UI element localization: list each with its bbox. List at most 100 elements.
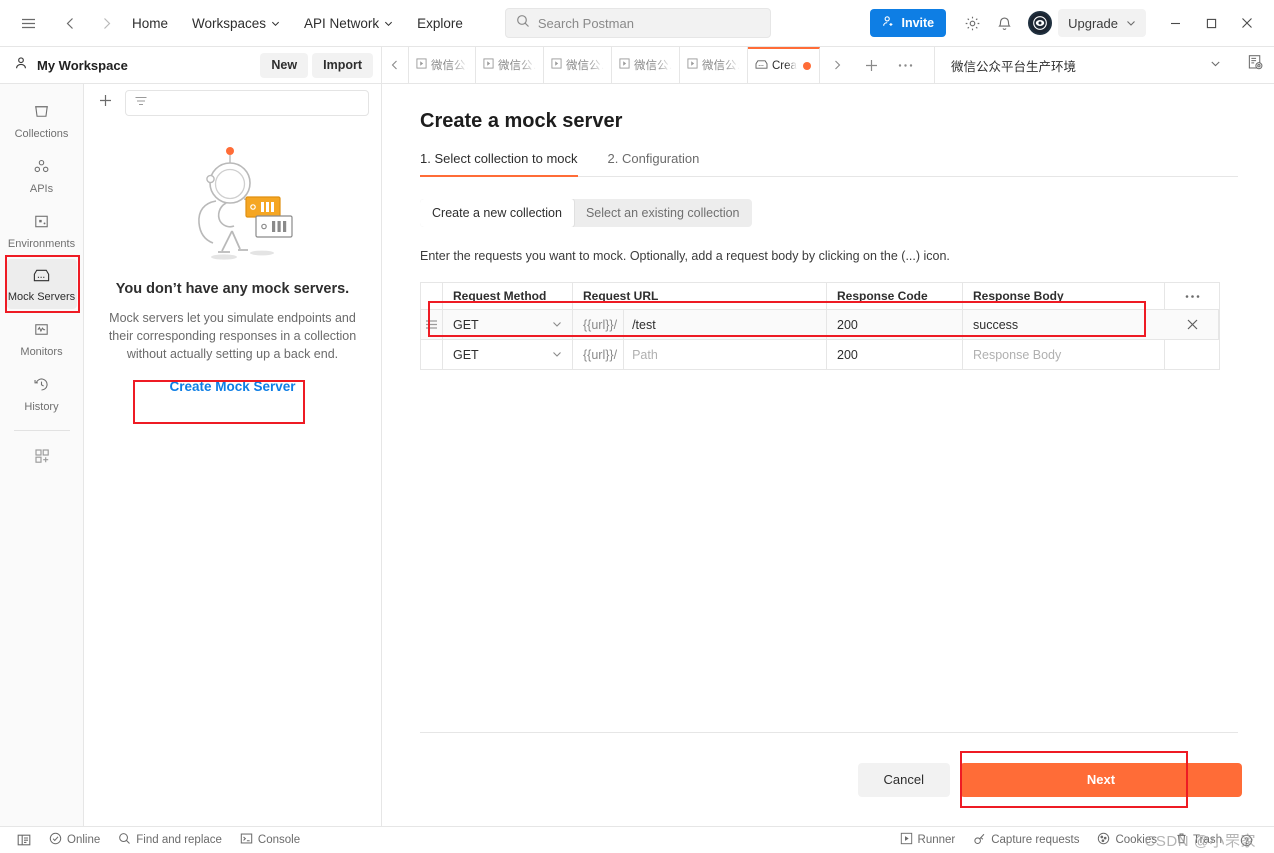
upgrade-label: Upgrade (1068, 15, 1118, 31)
cookies-icon (1097, 832, 1110, 848)
column-header-request-url: Request URL (573, 283, 827, 309)
new-button[interactable]: New (260, 52, 309, 78)
invite-button[interactable]: Invite (870, 9, 947, 37)
window-minimize-button[interactable] (1158, 8, 1192, 38)
apis-icon (32, 157, 51, 179)
tab-label: 微信公… (566, 60, 604, 72)
global-search[interactable] (504, 8, 771, 38)
sidebar-filter-input[interactable] (125, 89, 369, 116)
response-code-input[interactable]: 200 (827, 340, 963, 369)
wizard-footer: Cancel Next (382, 733, 1274, 826)
sidebar-item-mock-servers[interactable]: Mock Servers (6, 259, 77, 309)
upgrade-dropdown[interactable]: Upgrade (1058, 9, 1146, 37)
delete-row-button[interactable] (1165, 310, 1219, 339)
nav-link-home[interactable]: Home (120, 16, 180, 31)
response-body-value: success (973, 317, 1019, 332)
import-button[interactable]: Import (312, 52, 373, 78)
capture-requests-button[interactable]: Capture requests (964, 832, 1088, 848)
history-icon (32, 375, 51, 397)
tab-configuration[interactable]: 2. Configuration (608, 151, 700, 177)
table-row[interactable]: GET {{url}}/ /test 200 success (421, 310, 1219, 340)
status-online[interactable]: Online (40, 832, 109, 848)
unsaved-indicator-dot (802, 62, 811, 70)
environment-selector[interactable]: 微信公众平台生产环境 (934, 47, 1274, 83)
environment-name: 微信公众平台生产环境 (951, 59, 1077, 74)
ellipsis-icon[interactable] (1165, 283, 1219, 309)
drag-handle-placeholder (421, 340, 443, 369)
url-prefix-label: {{url}}/ (583, 340, 625, 369)
chevron-down-icon[interactable] (1210, 56, 1221, 74)
drag-handle-icon[interactable] (421, 310, 443, 339)
sidebar-item-environments-label: Environments (7, 238, 76, 250)
eye-preview-icon[interactable] (1247, 54, 1264, 76)
tab-scroll-left-button[interactable] (382, 47, 408, 83)
arrow-left-icon[interactable] (56, 9, 84, 37)
nav-link-api-network[interactable]: API Network (292, 16, 405, 31)
page-title: Create a mock server (420, 110, 623, 132)
cancel-button[interactable]: Cancel (857, 762, 950, 797)
nav-link-home-label: Home (132, 15, 169, 31)
plus-icon[interactable] (94, 91, 117, 115)
environments-icon (32, 212, 51, 234)
request-method-select[interactable]: GET (443, 310, 573, 339)
open-tabs: 微信公… 微信公… 微信公… (408, 47, 820, 83)
tab-scroll-right-button[interactable] (820, 47, 854, 83)
response-body-input[interactable]: Response Body (963, 340, 1165, 369)
gear-icon[interactable] (958, 9, 986, 37)
request-url-input[interactable]: {{url}}/ /test (573, 310, 827, 339)
request-url-value: /test (632, 317, 656, 332)
grid-plus-icon[interactable] (27, 441, 57, 476)
runner-button[interactable]: Runner (891, 832, 965, 848)
window-close-button[interactable] (1230, 8, 1264, 38)
next-button[interactable]: Next (960, 762, 1242, 797)
search-input[interactable] (537, 15, 760, 31)
top-navigation-bar: Home Workspaces API Network Explore Sear… (0, 0, 1274, 47)
bell-icon[interactable] (990, 9, 1018, 37)
find-and-replace-label: Find and replace (136, 834, 222, 846)
sidebar-item-collections[interactable]: Collections (7, 94, 77, 146)
tab-item[interactable]: 微信公… (680, 47, 748, 83)
trash-button[interactable]: Trash (1166, 832, 1231, 848)
help-icon[interactable] (1231, 834, 1262, 847)
console-icon (240, 832, 253, 848)
cookies-button[interactable]: Cookies (1088, 832, 1166, 848)
segment-select-existing-collection[interactable]: Select an existing collection (574, 199, 752, 227)
console-label: Console (257, 834, 301, 846)
tab-label: 微信公… (498, 60, 536, 72)
tab-item[interactable]: 微信公… (408, 47, 476, 83)
rail-divider (13, 430, 70, 431)
request-url-input[interactable]: {{url}}/ Path (573, 340, 827, 369)
request-icon (551, 58, 562, 72)
new-tab-button[interactable] (854, 47, 888, 83)
tab-options-button[interactable] (888, 47, 922, 83)
runner-label: Runner (917, 834, 956, 846)
nav-link-workspaces[interactable]: Workspaces (180, 16, 292, 31)
sidebar-toggle-icon[interactable] (8, 833, 40, 847)
search-icon (516, 14, 530, 33)
drag-handle-column-header (421, 283, 443, 309)
sidebar-item-apis[interactable]: APIs (7, 149, 77, 201)
sidebar-item-history[interactable]: History (7, 367, 77, 419)
window-maximize-button[interactable] (1194, 8, 1228, 38)
sidebar-item-monitors[interactable]: Monitors (7, 312, 77, 364)
response-code-input[interactable]: 200 (827, 310, 963, 339)
url-prefix-label: {{url}}/ (583, 310, 625, 339)
nav-link-explore[interactable]: Explore (405, 16, 475, 31)
column-header-response-code-label: Response Code (837, 289, 928, 303)
tab-item-active[interactable]: Crea (748, 47, 820, 83)
tab-item[interactable]: 微信公… (476, 47, 544, 83)
tab-item[interactable]: 微信公… (612, 47, 680, 83)
tab-select-collection[interactable]: 1. Select collection to mock (420, 151, 578, 177)
sidebar-item-environments[interactable]: Environments (7, 204, 77, 256)
table-row[interactable]: GET {{url}}/ Path 200 Response Body (421, 340, 1219, 370)
avatar[interactable] (1028, 11, 1053, 35)
console-button[interactable]: Console (231, 832, 309, 848)
tab-item[interactable]: 微信公… (544, 47, 612, 83)
menu-icon[interactable] (14, 9, 42, 37)
find-and-replace-button[interactable]: Find and replace (109, 832, 231, 848)
create-mock-server-link[interactable]: Create Mock Server (169, 379, 295, 394)
request-method-select[interactable]: GET (443, 340, 573, 369)
arrow-right-icon[interactable] (92, 9, 120, 37)
tab-label: 微信公… (634, 60, 672, 72)
segment-create-new-collection[interactable]: Create a new collection (420, 199, 574, 227)
